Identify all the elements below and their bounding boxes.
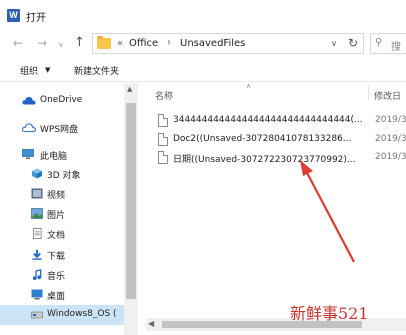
folder-icon: [97, 36, 111, 49]
sidebar-item-downloads[interactable]: 下载: [0, 245, 124, 265]
onedrive-icon: [22, 96, 36, 105]
sidebar-item-label: WPS网盘: [40, 125, 79, 135]
sidebar-item-label: 3D 对象: [47, 171, 81, 181]
scrollbar-thumb[interactable]: [126, 103, 136, 299]
file-list: ∧ 名称 修改日 3444444444444444444444444444444…: [146, 82, 406, 335]
sidebar-item-label: 图片: [47, 211, 66, 221]
navigation-pane: OneDrive WPS网盘 此电脑 3D 对象 视频 图片 文档 下载 音乐 …: [0, 83, 138, 335]
organize-caret-icon[interactable]: ▼: [45, 66, 50, 74]
sidebar-item-wps-cloud[interactable]: WPS网盘: [0, 118, 124, 138]
command-bar: 组织 ▼ 新建文件夹: [0, 58, 406, 82]
search-input[interactable]: ⚲ 搜: [370, 33, 406, 54]
sidebar-item-pictures[interactable]: 图片: [0, 204, 124, 224]
sidebar-item-label: 音乐: [47, 272, 66, 282]
wps-cloud-icon: [22, 123, 36, 133]
sidebar-item-label: 此电脑: [40, 152, 68, 162]
column-name[interactable]: 名称: [155, 89, 173, 102]
file-row[interactable]: Doc2((Unsaved-30728041078133286... 2019/…: [146, 130, 406, 150]
drive-icon: [31, 311, 43, 319]
scroll-up-icon[interactable]: ▲: [127, 85, 132, 93]
sort-chevron-icon: ∧: [246, 82, 252, 90]
this-pc-icon: [22, 149, 34, 159]
wps-writer-icon: W: [7, 9, 20, 22]
sidebar-item-onedrive[interactable]: OneDrive: [0, 91, 124, 111]
file-name: Doc2((Unsaved-30728041078133286...: [173, 134, 352, 144]
arrow-right-icon[interactable]: →: [37, 36, 47, 50]
chevron-down-icon[interactable]: ∨: [331, 39, 337, 48]
breadcrumb-overflow[interactable]: «: [117, 38, 123, 49]
address-row: ← → ∨ ↑ « Office › UnsavedFiles ∨ ↻ ⚲ 搜: [0, 30, 406, 58]
sidebar-item-windows8-os[interactable]: Windows8_OS (: [0, 305, 124, 325]
videos-icon: [31, 188, 43, 199]
sidebar-item-label: OneDrive: [40, 95, 83, 105]
file-icon: [158, 151, 168, 164]
new-folder-button[interactable]: 新建文件夹: [74, 64, 119, 77]
sidebar-item-videos[interactable]: 视频: [0, 184, 124, 204]
sidebar-item-label: 桌面: [47, 292, 66, 302]
desktop-icon: [31, 289, 43, 300]
file-icon: [158, 133, 168, 146]
breadcrumb-unsavedfiles[interactable]: UnsavedFiles: [180, 38, 245, 49]
file-date: 2019/3: [375, 152, 406, 162]
sidebar-item-label: Windows8_OS (: [47, 309, 117, 319]
organize-button[interactable]: 组织: [20, 64, 38, 77]
window-title: 打开: [26, 13, 46, 24]
file-row[interactable]: 3444444444444444444444444444444(... 2019…: [146, 111, 406, 131]
pictures-icon: [31, 208, 43, 219]
column-header: ∧ 名称 修改日: [146, 82, 406, 103]
breadcrumb-separator[interactable]: ›: [167, 37, 171, 48]
arrow-up-icon[interactable]: ↑: [74, 36, 85, 50]
sidebar-item-desktop[interactable]: 桌面: [0, 285, 124, 305]
documents-icon: [32, 228, 42, 239]
search-placeholder: 搜: [391, 42, 401, 53]
file-name: 3444444444444444444444444444444(...: [173, 115, 363, 125]
search-icon: ⚲: [375, 37, 383, 48]
column-date-modified[interactable]: 修改日: [374, 89, 401, 102]
sidebar-item-music[interactable]: 音乐: [0, 265, 124, 285]
column-divider[interactable]: [368, 85, 369, 101]
sidebar-item-label: 下载: [47, 252, 66, 262]
sidebar-item-documents[interactable]: 文档: [0, 224, 124, 244]
downloads-icon: [32, 249, 42, 260]
recent-locations-chevron-icon[interactable]: ∨: [58, 38, 64, 52]
file-name: 日期((Unsaved-307272230723770992)...: [173, 155, 356, 165]
sidebar-item-label: 文档: [47, 231, 66, 241]
file-date: 2019/3: [375, 134, 406, 144]
breadcrumb-office[interactable]: Office: [129, 38, 158, 49]
address-bar[interactable]: « Office › UnsavedFiles ∨ ↻: [92, 33, 364, 54]
music-icon: [32, 269, 42, 280]
file-row[interactable]: 日期((Unsaved-307272230723770992)... 2019/…: [146, 148, 406, 168]
refresh-icon[interactable]: ↻: [348, 36, 358, 50]
title-bar: W 打开: [0, 0, 406, 30]
watermark: 新鲜事521: [290, 304, 369, 323]
sidebar-item-label: 视频: [47, 191, 66, 201]
file-date: 2019/3: [375, 115, 406, 125]
sidebar-item-this-pc[interactable]: 此电脑: [0, 145, 124, 165]
navigation-scrollbar[interactable]: ▲: [124, 83, 138, 335]
arrow-left-icon[interactable]: ←: [13, 36, 23, 50]
sidebar-item-3d-objects[interactable]: 3D 对象: [0, 164, 124, 184]
scroll-left-icon[interactable]: ◀: [148, 319, 154, 328]
file-icon: [158, 114, 168, 127]
3d-objects-icon: [31, 168, 43, 179]
